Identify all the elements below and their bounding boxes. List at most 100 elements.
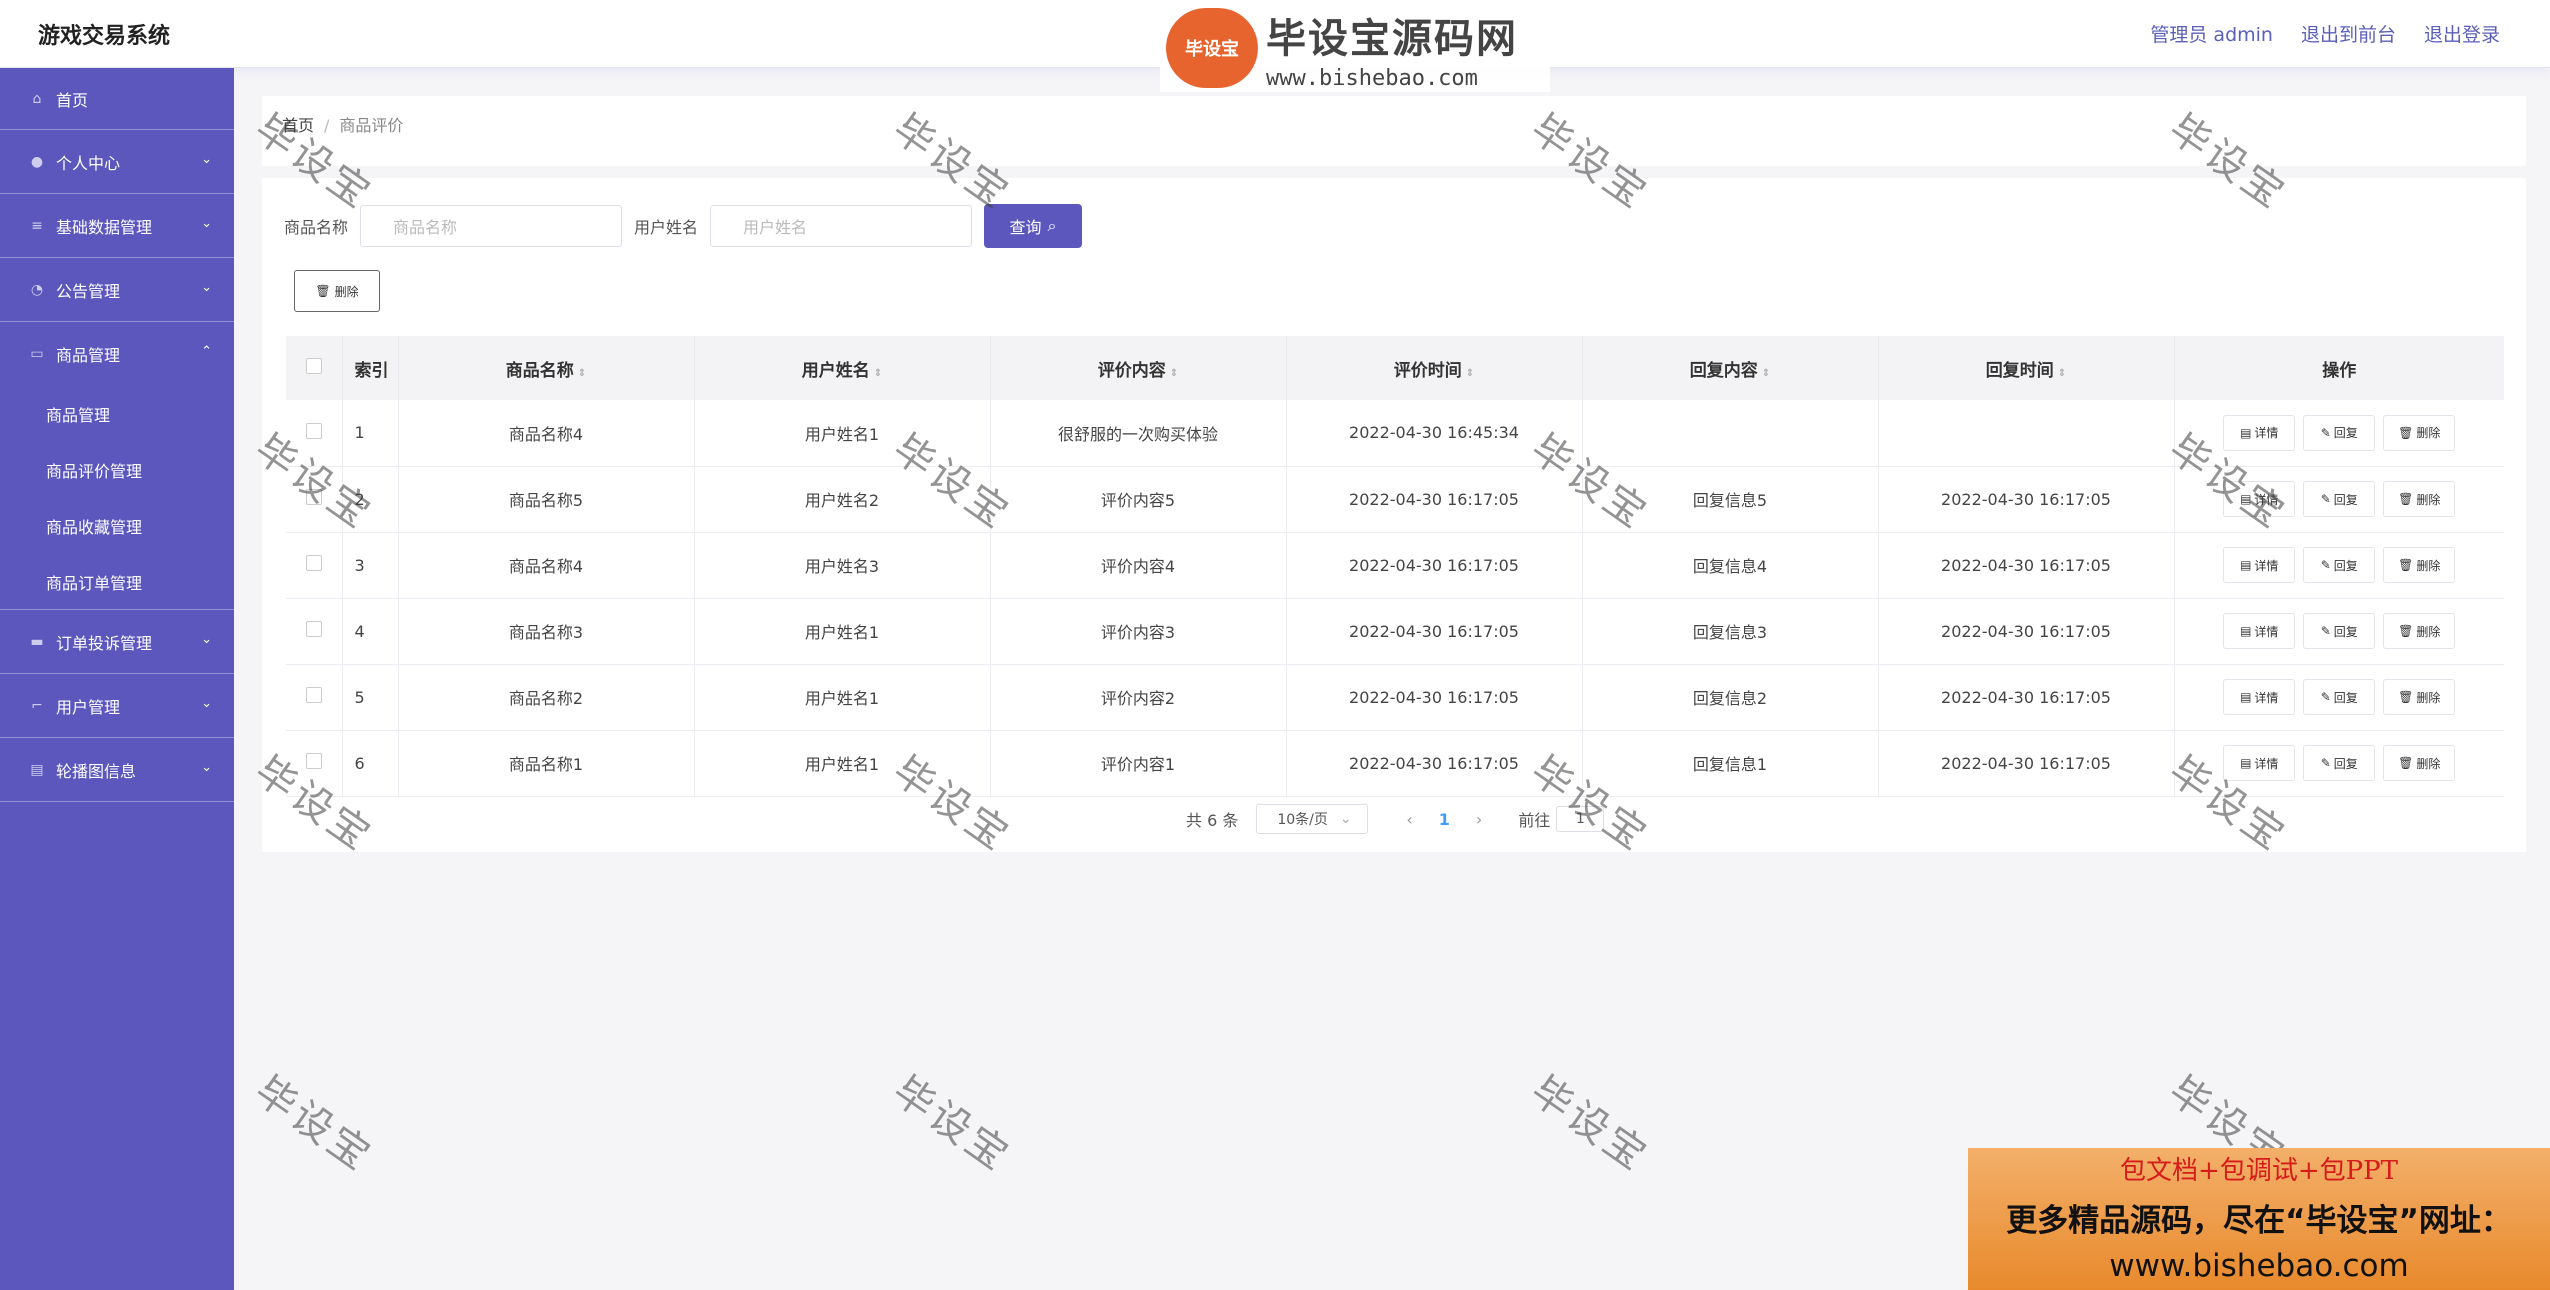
delete-button[interactable]: 🗑 删除 — [2383, 745, 2456, 781]
doc-icon: ▤ — [2240, 425, 2252, 440]
cell-actions: ▤ 详情 ✎ 回复 🗑 删除 — [2174, 400, 2504, 467]
query-button-label: 查询 — [1009, 218, 1042, 237]
logo-name: 毕设宝源码网 — [1266, 15, 1518, 62]
gauge-icon: ◔ — [30, 281, 44, 298]
sidebar-item-goods[interactable]: ▭ 商品管理 ⌃ — [0, 322, 234, 386]
sidebar-subitem-goods-favorite[interactable]: 商品收藏管理 — [0, 498, 234, 554]
logo-texts: 毕设宝源码网 www.bishebao.com — [1266, 6, 1518, 91]
promo-banner: 包文档+包调试+包PPT 更多精品源码，尽在“毕设宝”网址： www.bishe… — [1968, 1148, 2550, 1290]
col-content[interactable]: 评价内容 ⇕ — [990, 336, 1287, 400]
search-icon: ⌕ — [1047, 216, 1057, 235]
exit-to-front-link[interactable]: 退出到前台 — [2301, 20, 2396, 47]
detail-button[interactable]: ▤ 详情 — [2223, 414, 2296, 451]
breadcrumb: 首页 / 商品评价 — [282, 116, 404, 135]
detail-button[interactable]: ▤ 详情 — [2223, 613, 2296, 649]
sort-icon: ⇕ — [873, 367, 883, 379]
detail-button[interactable]: ▤ 详情 — [2223, 745, 2296, 781]
next-page-icon[interactable]: › — [1476, 810, 1482, 829]
logo-badge: 毕设宝 — [1166, 8, 1258, 88]
admin-label[interactable]: 管理员 admin — [2150, 20, 2273, 47]
cell-content: 很舒服的一次购买体验 — [990, 400, 1287, 467]
page-size-select[interactable]: 10条/页 ⌄ — [1256, 804, 1369, 834]
message-icon: ▭ — [30, 346, 44, 362]
delete-button[interactable]: 🗑 删除 — [2383, 679, 2456, 715]
sidebar-subitem-goods-manage[interactable]: 商品管理 — [0, 386, 234, 442]
row-checkbox[interactable] — [305, 687, 322, 703]
sidebar-item-complaint[interactable]: ▬ 订单投诉管理 ⌄ — [0, 610, 234, 674]
user-name-input[interactable]: 用户姓名 — [710, 205, 973, 247]
trash-icon: 🗑 — [2398, 425, 2414, 440]
table-row: 1 商品名称4 用户姓名1 很舒服的一次购买体验 2022-04-30 16:45:34… — [286, 400, 2504, 467]
delete-button[interactable]: 🗑 删除 — [2383, 547, 2456, 583]
col-reply-time[interactable]: 回复时间 ⇕ — [1878, 336, 2175, 400]
reply-button[interactable]: ✎ 回复 — [2303, 414, 2376, 451]
sidebar-item-carousel[interactable]: ▤ 轮播图信息 ⌄ — [0, 738, 234, 802]
doc-icon: ▤ — [2240, 756, 2252, 770]
delete-button[interactable]: 🗑 删除 — [2383, 613, 2456, 649]
reply-button[interactable]: ✎ 回复 — [2303, 613, 2376, 649]
sidebar-item-label: 用户管理 — [56, 697, 121, 717]
sidebar-item-users[interactable]: ⌐ 用户管理 ⌄ — [0, 674, 234, 738]
col-product[interactable]: 商品名称 ⇕ — [398, 336, 695, 400]
logo-url: www.bishebao.com — [1266, 65, 1478, 91]
cell-index: 2 — [342, 466, 399, 533]
row-checkbox[interactable] — [305, 489, 322, 505]
chevron-down-icon: ⌄ — [201, 632, 212, 647]
reply-button[interactable]: ✎ 回复 — [2303, 745, 2376, 781]
reply-button[interactable]: ✎ 回复 — [2303, 547, 2376, 583]
sort-icon: ⇕ — [1465, 367, 1475, 379]
cell-content: 评价内容2 — [990, 664, 1287, 731]
sidebar-item-notice[interactable]: ◔ 公告管理 ⌄ — [0, 258, 234, 322]
query-button[interactable]: 查询 ⌕ — [984, 204, 1083, 248]
sidebar-item-personal[interactable]: ● 个人中心 ⌄ — [0, 130, 234, 194]
cell-actions: ▤ 详情 ✎ 回复 🗑 删除 — [2174, 664, 2504, 731]
row-checkbox[interactable] — [305, 422, 322, 439]
breadcrumb-current: 商品评价 — [339, 116, 404, 135]
sidebar-item-label: 首页 — [56, 90, 89, 110]
row-checkbox-cell — [286, 466, 343, 533]
sidebar-item-label: 公告管理 — [56, 281, 121, 301]
promo-line-1: 包文档+包调试+包PPT — [2120, 1156, 2398, 1186]
monitor-icon: ▬ — [30, 633, 44, 650]
watermark: 毕设宝 — [246, 1067, 381, 1181]
reply-button[interactable]: ✎ 回复 — [2303, 481, 2376, 517]
row-checkbox[interactable] — [305, 555, 322, 571]
sidebar-subitem-goods-review[interactable]: 商品评价管理 — [0, 442, 234, 498]
home-icon: ⌂ — [32, 90, 42, 107]
col-reply[interactable]: 回复内容 ⇕ — [1582, 336, 1879, 400]
reply-button[interactable]: ✎ 回复 — [2303, 679, 2376, 715]
cell-time: 2022-04-30 16:45:34 — [1286, 400, 1583, 467]
sidebar-item-home[interactable]: ⌂ 首页 — [0, 68, 234, 130]
cell-time: 2022-04-30 16:17:05 — [1286, 532, 1583, 599]
product-name-input[interactable]: 商品名称 — [360, 205, 623, 247]
batch-delete-button[interactable]: 🗑 删除 — [294, 270, 380, 312]
cell-reply: 回复信息3 — [1582, 598, 1879, 665]
header-actions: 管理员 admin 退出到前台 退出登录 — [2150, 20, 2500, 47]
delete-button[interactable]: 🗑 删除 — [2383, 414, 2456, 451]
col-user[interactable]: 用户姓名 ⇕ — [694, 336, 991, 400]
prev-page-icon[interactable]: ‹ — [1406, 810, 1412, 829]
edit-icon: ✎ — [2320, 690, 2331, 704]
detail-button[interactable]: ▤ 详情 — [2223, 547, 2296, 583]
breadcrumb-home[interactable]: 首页 — [282, 116, 314, 135]
cell-index: 1 — [342, 400, 399, 467]
delete-button[interactable]: 🗑 删除 — [2383, 481, 2456, 517]
user-icon: ● — [30, 153, 44, 170]
sort-icon: ⇕ — [1761, 367, 1771, 379]
page-number[interactable]: 1 — [1439, 810, 1450, 829]
goto-page-input[interactable]: 1 — [1556, 806, 1605, 832]
sidebar-item-label: 个人中心 — [56, 153, 121, 173]
logout-link[interactable]: 退出登录 — [2424, 20, 2500, 47]
row-checkbox-cell — [286, 598, 343, 665]
select-all-checkbox[interactable] — [305, 357, 322, 374]
table-row: 3 商品名称4 用户姓名3 评价内容4 2022-04-30 16:17:05 回复信息4… — [286, 532, 2504, 599]
sidebar-subitem-goods-order[interactable]: 商品订单管理 — [0, 554, 234, 610]
detail-button[interactable]: ▤ 详情 — [2223, 481, 2296, 517]
doc-icon: ▤ — [2240, 492, 2252, 506]
row-checkbox[interactable] — [305, 753, 322, 769]
detail-button[interactable]: ▤ 详情 — [2223, 679, 2296, 715]
row-checkbox-cell — [286, 664, 343, 731]
sidebar-item-basic-data[interactable]: ≡ 基础数据管理 ⌄ — [0, 194, 234, 258]
row-checkbox[interactable] — [305, 621, 322, 637]
col-time[interactable]: 评价时间 ⇕ — [1286, 336, 1583, 400]
